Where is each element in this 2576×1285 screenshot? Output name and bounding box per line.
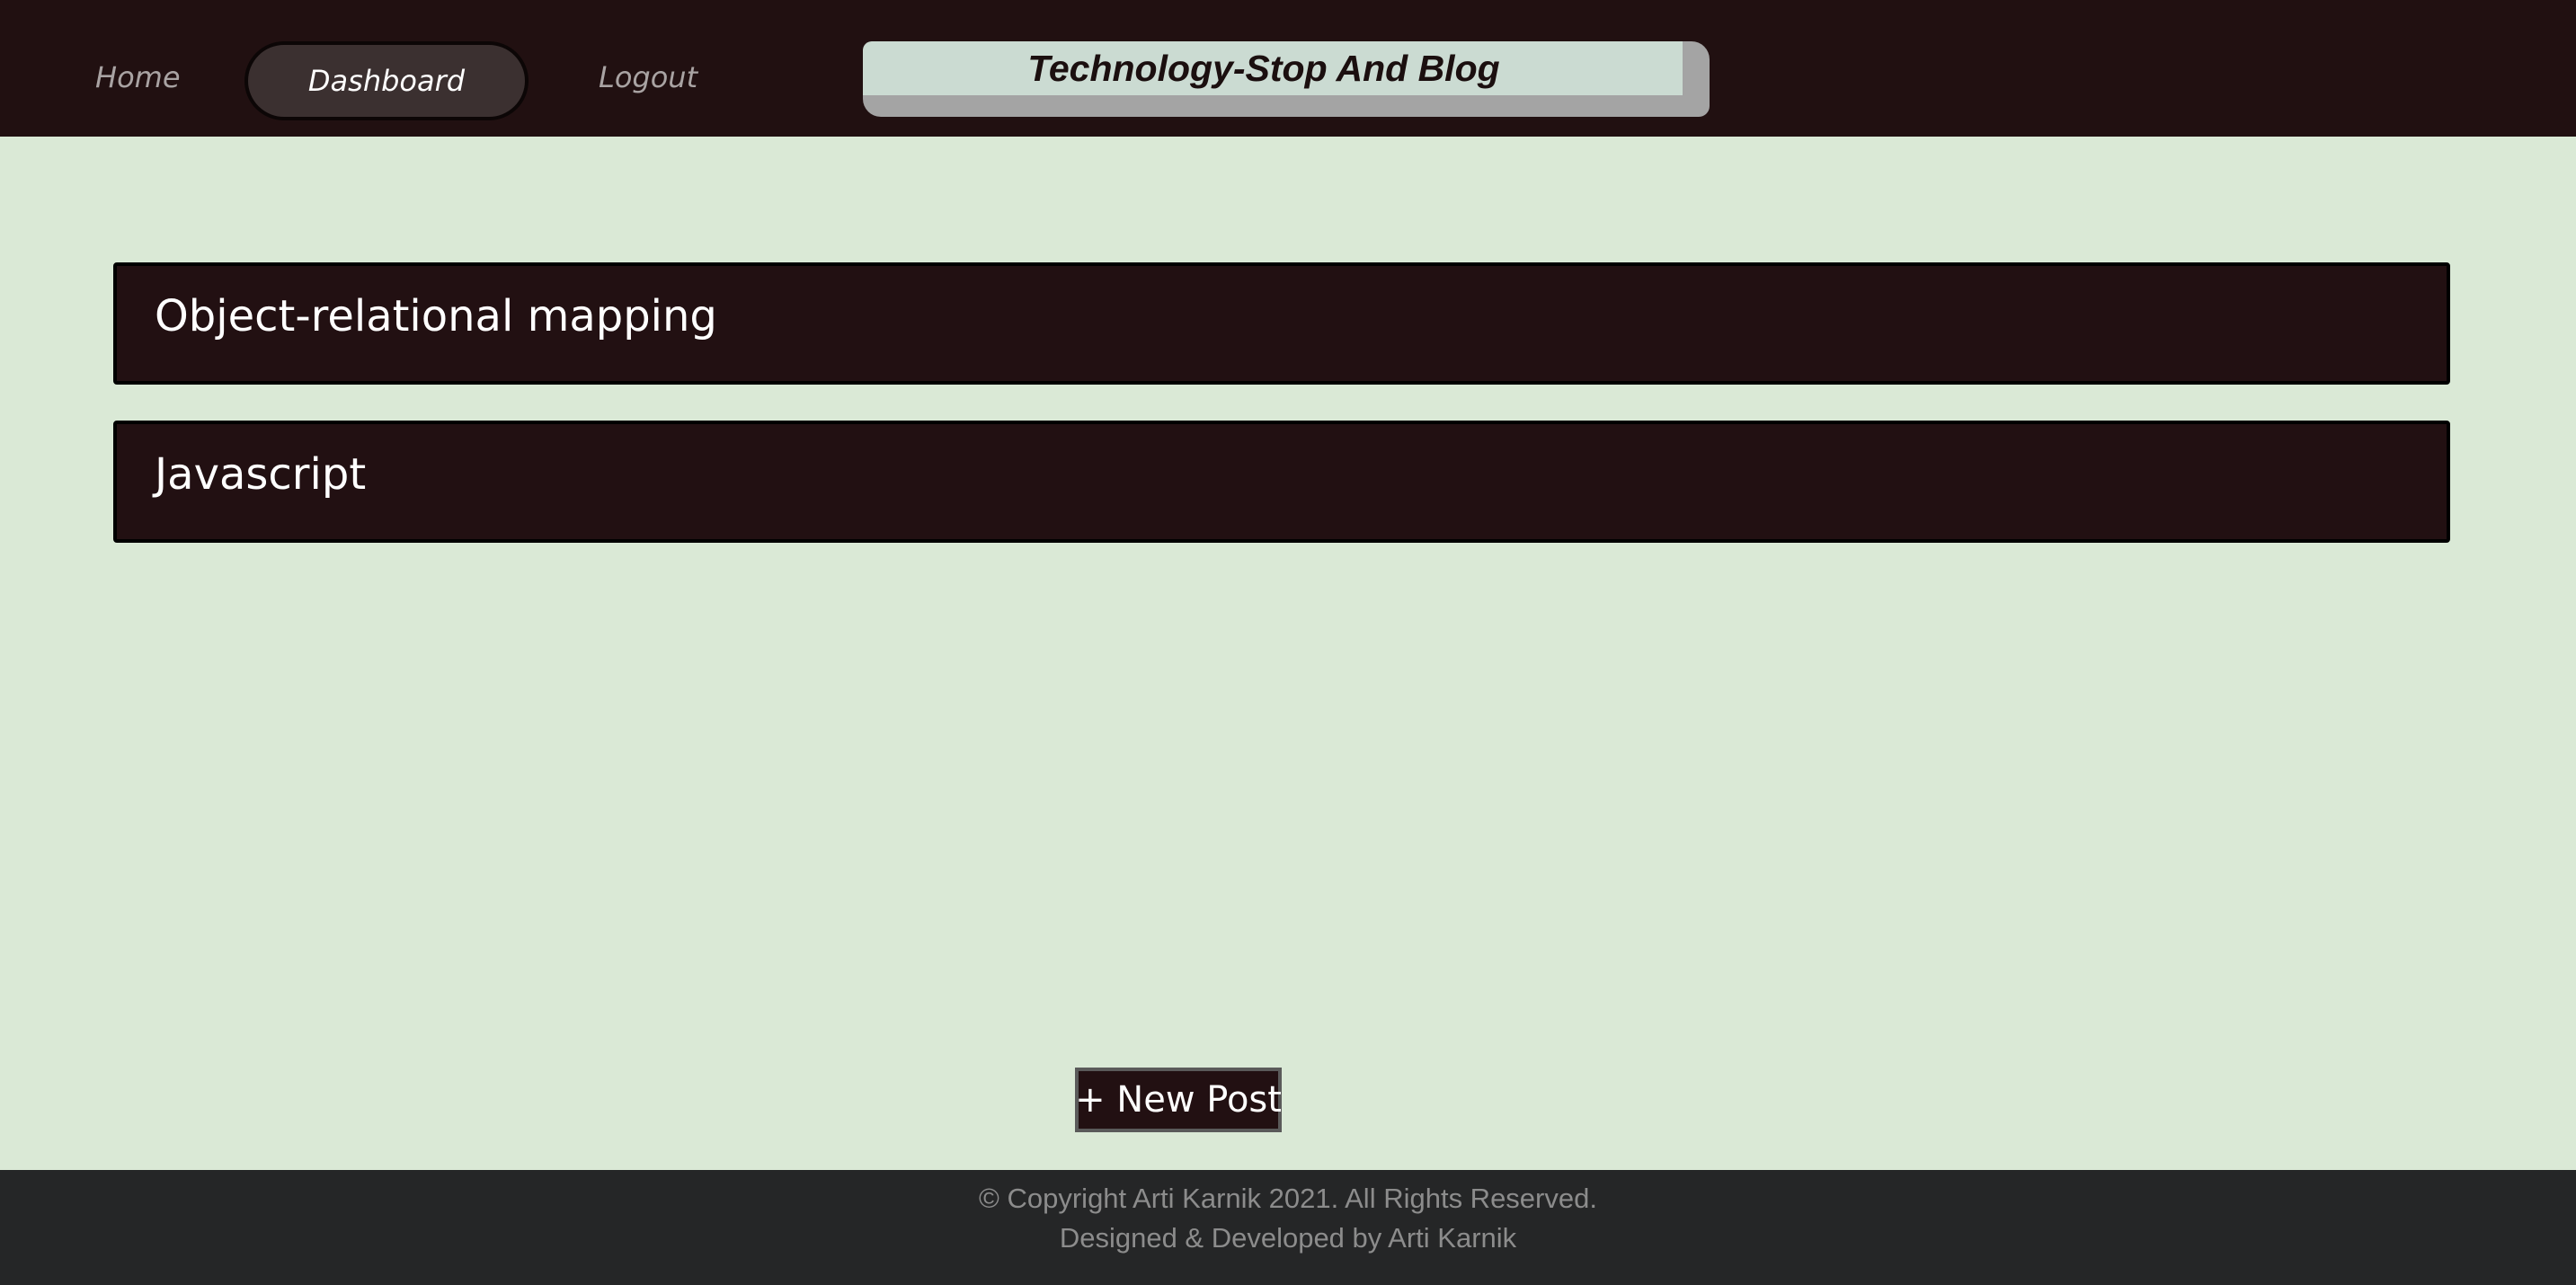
site-footer: © Copyright Arti Karnik 2021. All Rights… bbox=[0, 1170, 2576, 1285]
new-post-button[interactable]: + New Post bbox=[1075, 1068, 1282, 1132]
site-title: Technology-Stop And Blog bbox=[1027, 47, 1500, 89]
nav-logout-link[interactable]: Logout bbox=[599, 63, 697, 92]
site-title-face: Technology-Stop And Blog bbox=[863, 41, 1683, 95]
post-card[interactable]: Javascript bbox=[113, 421, 2450, 543]
nav-dashboard-button[interactable]: Dashboard bbox=[244, 41, 529, 120]
post-title[interactable]: Object-relational mapping bbox=[155, 291, 717, 343]
footer-copyright: © Copyright Arti Karnik 2021. All Rights… bbox=[979, 1183, 1597, 1214]
post-title[interactable]: Javascript bbox=[155, 449, 366, 501]
nav-home-link[interactable]: Home bbox=[95, 63, 181, 92]
post-card[interactable]: Object-relational mapping bbox=[113, 262, 2450, 385]
site-title-box: Technology-Stop And Blog bbox=[863, 41, 1710, 117]
footer-credits: Designed & Developed by Arti Karnik bbox=[1059, 1222, 1517, 1254]
site-header: Home Dashboard Logout Technology-Stop An… bbox=[0, 0, 2576, 137]
